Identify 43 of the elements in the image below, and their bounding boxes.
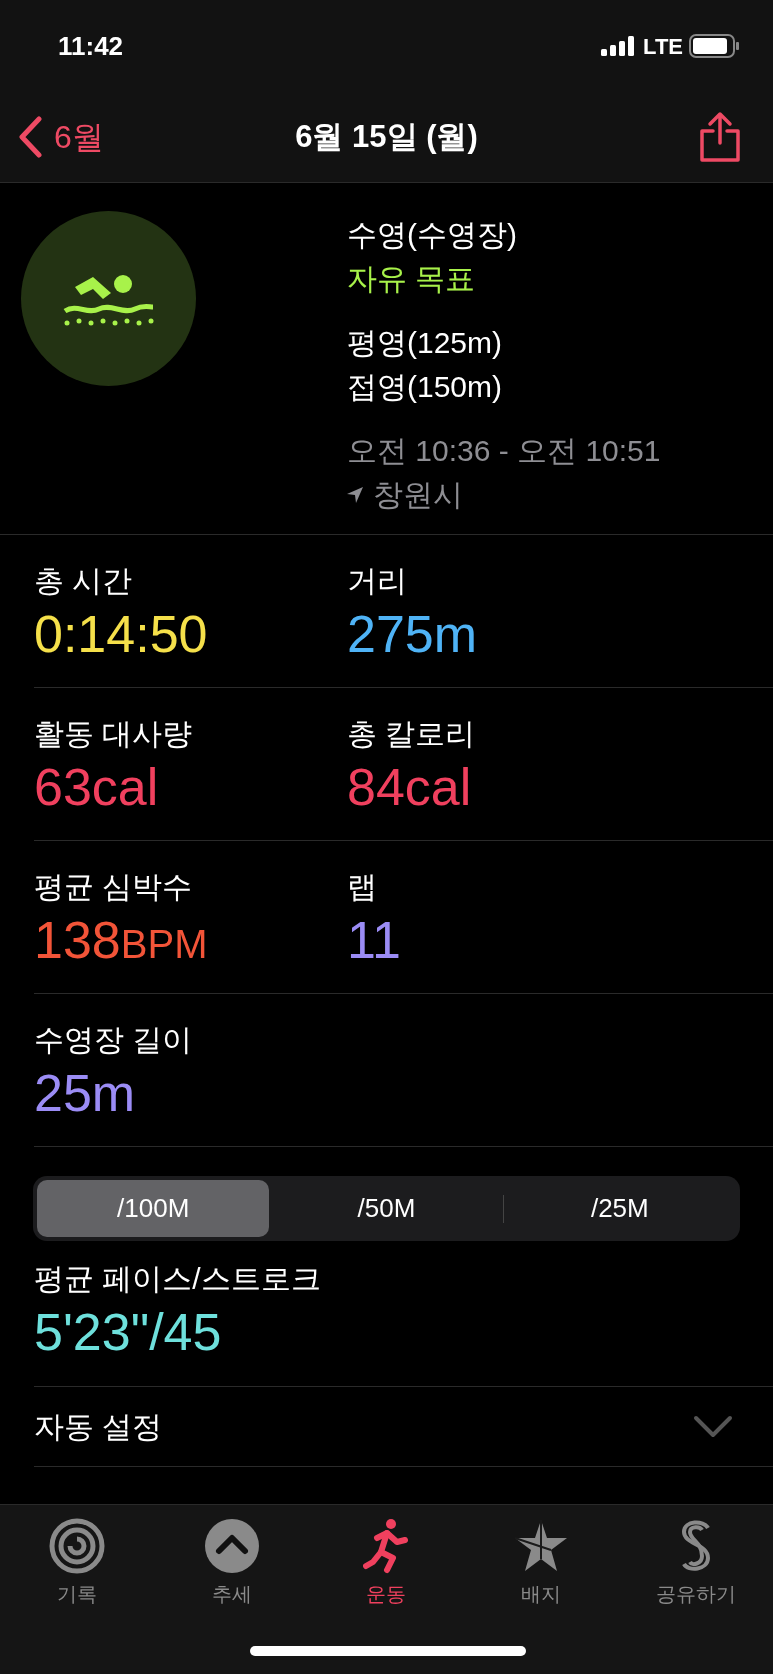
- tab-bar-item[interactable]: 추세: [154, 1517, 310, 1609]
- stat-value: 63cal: [34, 757, 160, 818]
- stat-label: 총 칼로리: [347, 716, 477, 752]
- status-time: 11:42: [58, 29, 124, 63]
- back-chevron-icon: [18, 116, 42, 158]
- rings-icon: [48, 1517, 107, 1575]
- pace-value: 5'23"/45: [34, 1302, 223, 1363]
- stat-label: 평균 심박수: [34, 869, 194, 905]
- segment-tab[interactable]: /100M: [37, 1180, 270, 1237]
- auto-set-row[interactable]: 자동 설정: [34, 1387, 773, 1467]
- stat-label: 수영장 길이: [34, 1022, 194, 1058]
- stat-value: 0:14:50: [34, 604, 209, 665]
- pace-label: 평균 페이스/스트로크: [34, 1261, 322, 1297]
- chevron-up-icon: [203, 1518, 260, 1574]
- running-figure-icon: [363, 1518, 410, 1574]
- back-button[interactable]: 6월: [18, 113, 104, 161]
- workout-goal: 자유 목표: [347, 261, 477, 297]
- tab-bar-item[interactable]: 운동: [309, 1517, 464, 1609]
- stat-value: 25m: [34, 1063, 137, 1124]
- tab-bar-item[interactable]: 공유하기: [618, 1517, 773, 1609]
- stat-label: 거리: [347, 563, 408, 599]
- share-button[interactable]: [699, 111, 741, 163]
- nav-title: 6월 15일 (월): [295, 117, 478, 156]
- network-label: LTE: [643, 32, 683, 61]
- stat-value: 11: [347, 910, 402, 971]
- stat-label: 랩: [347, 869, 378, 905]
- segment-tab[interactable]: /50M: [270, 1180, 503, 1237]
- time-range: 오전 10:36 - 오전 10:51: [347, 433, 661, 469]
- tab-bar-item[interactable]: 기록: [0, 1517, 155, 1609]
- stat-label: 총 시간: [34, 563, 134, 599]
- stroke-distance: 접영(150m): [347, 369, 504, 405]
- location-arrow-icon: [347, 487, 363, 503]
- location-label: 창원시: [373, 477, 463, 513]
- stat-value: 275m: [347, 604, 479, 665]
- workout-type: 수영(수영장): [347, 217, 518, 253]
- segment-tab[interactable]: /25M: [503, 1180, 736, 1237]
- stat-value: 138BPM: [34, 910, 209, 971]
- stat-value: 84cal: [347, 757, 473, 818]
- stroke-distance: 평영(125m): [347, 325, 504, 361]
- tab-bar-item[interactable]: 배지: [463, 1517, 619, 1609]
- share-icon: [699, 111, 741, 163]
- battery-icon: [689, 34, 739, 58]
- stat-label: 활동 대사량: [34, 716, 194, 752]
